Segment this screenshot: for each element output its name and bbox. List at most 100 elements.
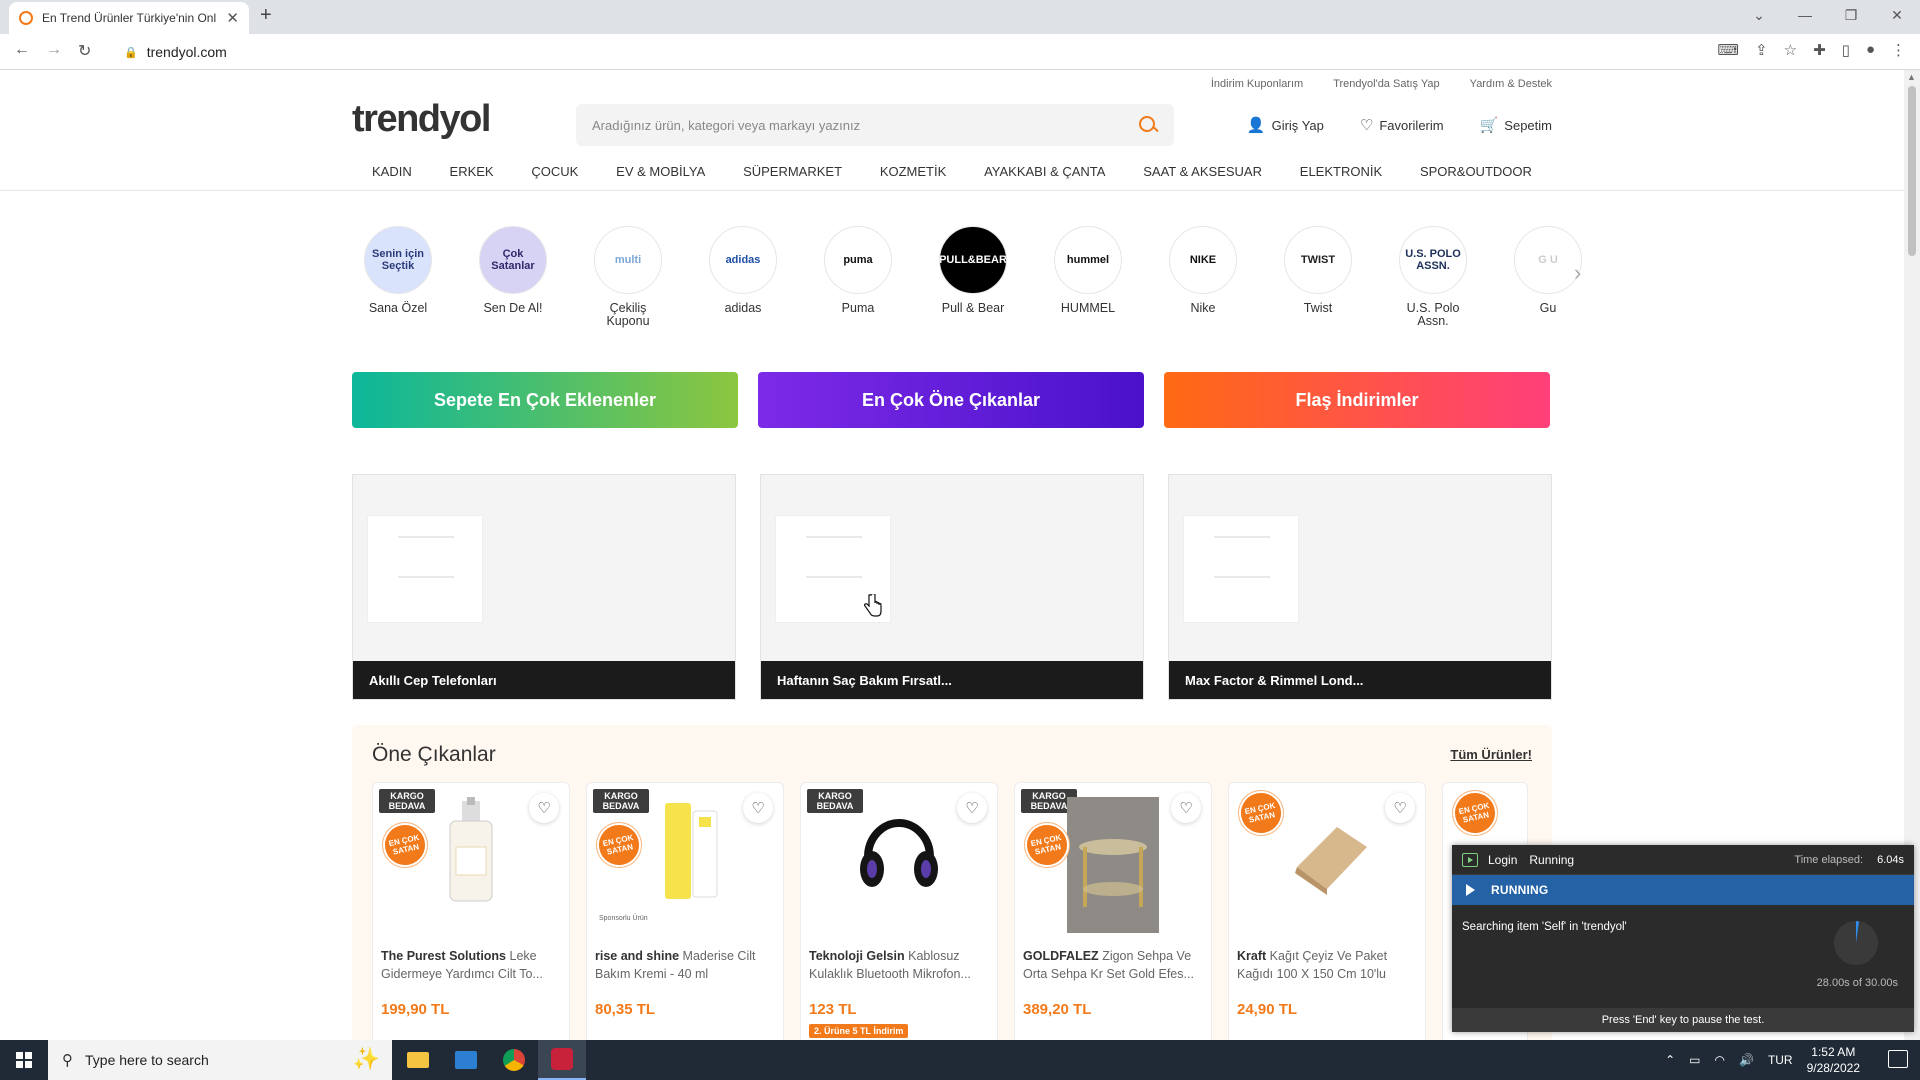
chevron-up-icon[interactable]: ⌃ [1665,1053,1675,1067]
category-supermarket[interactable]: SÜPERMARKET [743,164,842,179]
translate-icon[interactable]: ⌨ [1717,41,1739,59]
cart-link[interactable]: 🛒 Sepetim [1480,116,1552,134]
search-box[interactable]: Aradığınız ürün, kategori veya markayı y… [576,104,1174,146]
battery-icon[interactable]: ▭ [1689,1053,1700,1067]
favorite-heart-icon[interactable]: ♡ [1385,793,1415,823]
category-kozmetik[interactable]: KOZMETİK [880,164,946,179]
menu-dots-icon[interactable]: ⋮ [1891,41,1906,59]
brand-story[interactable]: U.S. POLO ASSN. U.S. Polo Assn. [1399,226,1467,328]
login-link[interactable]: 👤 Giriş Yap [1247,116,1324,134]
clock-date: 9/28/2022 [1806,1061,1860,1075]
clock[interactable]: 1:52 AM 9/28/2022 [1807,1044,1860,1076]
promo-flash-sales-button[interactable]: Flaş İndirimler [1164,372,1550,428]
share-icon[interactable]: ⇪ [1755,41,1768,59]
banner-caption: Max Factor & Rimmel Lond... [1169,661,1551,699]
brand-story[interactable]: Senin için Seçtik Sana Özel [364,226,432,328]
product-card[interactable]: KARGO BEDAVA EN ÇOK SATAN Sponsorlu Ürün ♡ r… [586,782,784,1040]
forward-arrow-icon[interactable]: → [46,41,62,59]
side-panel-icon[interactable]: ▯ [1842,41,1850,59]
chevron-right-icon[interactable]: › [1574,260,1581,286]
brand-story-label: Çekiliş Kuponu [606,301,650,328]
brand-logo-icon: multi [594,226,662,294]
bookmark-star-icon[interactable]: ☆ [1784,41,1797,59]
lock-icon[interactable]: 🔒 [124,46,138,59]
sell-on-trendyol-link[interactable]: Trendyol'da Satış Yap [1333,78,1439,90]
favorites-link[interactable]: ♡ Favorilerim [1360,116,1444,134]
tab-search-icon[interactable]: ⌄ [1736,0,1782,30]
chrome-icon[interactable] [490,1040,538,1080]
promo-most-added-button[interactable]: Sepete En Çok Eklenenler [352,372,738,428]
runner-header: Login Running Time elapsed: 6.04s [1452,845,1914,875]
search-input[interactable]: Aradığınız ürün, kategori veya markayı y… [592,118,1138,133]
brand-story[interactable]: PULL&BEAR Pull & Bear [939,226,1007,328]
restore-button[interactable]: ❐ [1828,0,1874,30]
scroll-up-icon[interactable]: ▲ [1907,72,1916,82]
product-card[interactable]: KARGO BEDAVA EN ÇOK SATAN ♡ GOLDFALEZ Zigon… [1014,782,1212,1040]
banner-card[interactable]: Akıllı Cep Telefonları [352,474,736,700]
product-brand: rise and shine [595,949,680,963]
extensions-icon[interactable]: ✚ [1813,41,1826,59]
search-icon[interactable] [1138,115,1158,135]
back-arrow-icon[interactable]: ← [14,41,30,59]
category-cocuk[interactable]: ÇOCUK [531,164,578,179]
new-tab-button[interactable]: + [260,4,272,27]
product-image [1067,797,1159,936]
trendyol-logo[interactable]: trendyol [352,98,491,141]
volume-icon[interactable]: 🔊 [1739,1053,1754,1067]
close-tab-icon[interactable]: ✕ [226,9,239,27]
brand-story[interactable]: hummel HUMMEL [1054,226,1122,328]
brand-story[interactable]: puma Puma [824,226,892,328]
banner-card[interactable]: Max Factor & Rimmel Lond... [1168,474,1552,700]
banner-card[interactable]: Haftanın Saç Bakım Fırsatl... [760,474,1144,700]
product-card[interactable]: EN ÇOK SATAN ♡ Kraft Kağıt Çeyiz Ve Paket … [1228,782,1426,1040]
favorite-heart-icon[interactable]: ♡ [743,793,773,823]
help-support-link[interactable]: Yardım & Destek [1470,78,1552,90]
category-saat-aksesuar[interactable]: SAAT & AKSESUAR [1143,164,1262,179]
discount-coupons-link[interactable]: İndirim Kuponlarım [1211,78,1303,90]
language-indicator[interactable]: TUR [1768,1053,1793,1067]
reload-icon[interactable]: ↻ [78,41,91,61]
browser-tab[interactable]: En Trend Ürünler Türkiye'nin Onl ✕ [9,2,249,34]
profile-icon[interactable]: ● [1866,41,1875,59]
brand-story[interactable]: G U Gu [1514,226,1582,328]
minimize-button[interactable]: — [1782,0,1828,30]
notifications-icon[interactable] [1888,1050,1908,1068]
favorite-heart-icon[interactable]: ♡ [529,793,559,823]
all-products-link[interactable]: Tüm Ürünler! [1450,747,1532,762]
wifi-icon[interactable]: ◠ [1715,1053,1725,1067]
promo-most-featured-button[interactable]: En Çok Öne Çıkanlar [758,372,1144,428]
brand-story[interactable]: TWIST Twist [1284,226,1352,328]
brand-story[interactable]: Çok Satanlar Sen De Al! [479,226,547,328]
start-button[interactable] [0,1040,48,1080]
free-shipping-badge: KARGO BEDAVA [379,789,435,813]
cart-label: Sepetim [1504,117,1552,133]
test-tool-icon[interactable] [538,1040,586,1080]
favorite-heart-icon[interactable]: ♡ [1171,793,1201,823]
brand-story[interactable]: multi Çekiliş Kuponu [594,226,662,328]
runner-status-bar: RUNNING [1452,875,1914,905]
category-erkek[interactable]: ERKEK [450,164,494,179]
terminal-app-icon[interactable] [442,1040,490,1080]
brand-story[interactable]: adidas adidas [709,226,777,328]
product-image [854,797,944,910]
brand-logo-icon: Senin için Seçtik [364,226,432,294]
file-explorer-icon[interactable] [394,1040,442,1080]
category-elektronik[interactable]: ELEKTRONİK [1300,164,1382,179]
brand-logo-icon: Çok Satanlar [479,226,547,294]
taskbar-search[interactable]: ⚲ Type here to search ✨ [48,1040,392,1080]
favorite-heart-icon[interactable]: ♡ [957,793,987,823]
browser-tabbar: En Trend Ürünler Türkiye'nin Onl ✕ + ⌄ —… [0,0,1920,34]
category-kadin[interactable]: KADIN [372,164,412,179]
brand-story[interactable]: NIKE Nike [1169,226,1237,328]
heart-icon: ♡ [1359,117,1374,134]
close-window-button[interactable]: ✕ [1874,0,1920,30]
product-card[interactable]: KARGO BEDAVA EN ÇOK SATAN ♡ The Purest Solu… [372,782,570,1040]
category-ayakkabi-canta[interactable]: AYAKKABI & ÇANTA [984,164,1105,179]
category-ev-mobilya[interactable]: EV & MOBİLYA [616,164,705,179]
scroll-thumb[interactable] [1908,86,1916,256]
product-card[interactable]: KARGO BEDAVA ♡ Teknoloji Gelsin Kablosuz K… [800,782,998,1040]
category-nav: KADIN ERKEK ÇOCUK EV & MOBİLYA SÜPERMARK… [352,164,1552,179]
category-spor-outdoor[interactable]: SPOR&OUTDOOR [1420,164,1532,179]
discount-badge: 2. Ürüne 5 TL İndirim [809,1024,909,1038]
address-bar[interactable]: 🔒 trendyol.com [110,38,1670,66]
